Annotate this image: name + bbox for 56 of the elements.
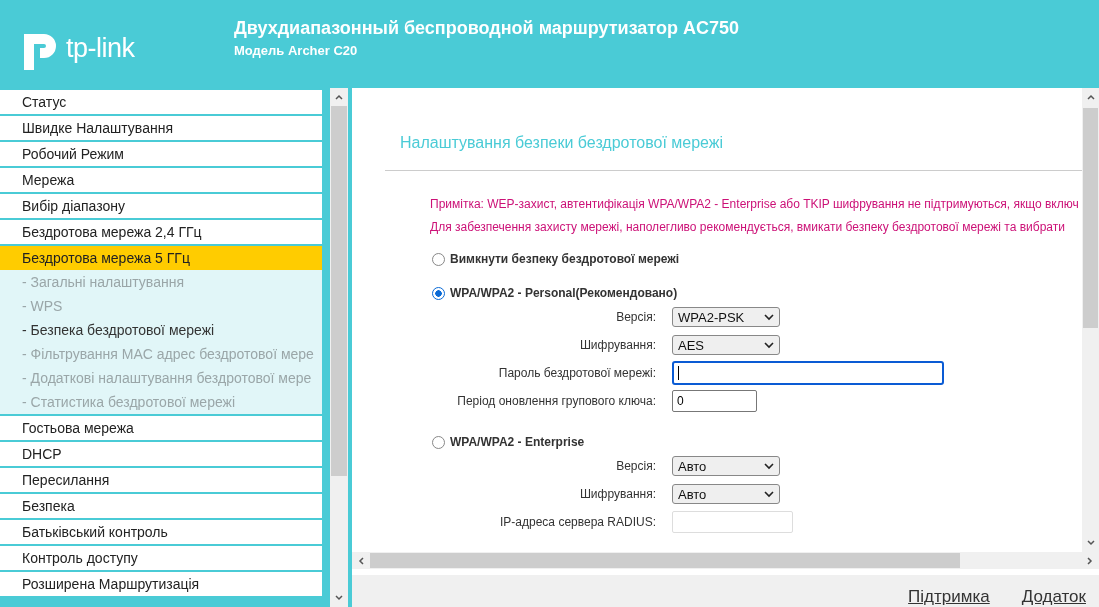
scrollbar[interactable]	[1082, 88, 1099, 552]
radio-button[interactable]	[432, 435, 445, 449]
logo-text: tp-link	[66, 32, 135, 64]
chevron-icon	[764, 490, 774, 498]
field-label: Версія:	[615, 310, 657, 324]
field-label: Пароль бездротової мережі:	[497, 366, 657, 380]
sidebar-item[interactable]: Розширена Маршрутизація	[0, 572, 322, 596]
field-label: IP-адреса сервера RADIUS:	[499, 515, 657, 529]
chevron-icon	[764, 341, 774, 349]
sidebar-item[interactable]: DHCP	[0, 442, 322, 466]
field-label: Шифрування:	[578, 338, 657, 352]
sidebar-item[interactable]: Бездротова мережа 2,4 ГГц	[0, 220, 322, 244]
footer-link[interactable]: Додаток	[1021, 587, 1086, 607]
scroll-left-icon[interactable]	[356, 555, 366, 566]
sidebar-item[interactable]: Пересилання	[0, 468, 322, 492]
sidebar-item[interactable]: Швидке Налаштування	[0, 116, 322, 140]
scroll-right-icon[interactable]	[1085, 555, 1095, 566]
sidebar-item[interactable]: Гостьова мережа	[0, 416, 322, 440]
chevron-icon	[764, 313, 774, 321]
footer-link[interactable]: Підтримка	[908, 587, 990, 607]
option-label: Вимкнути безпеку бездротової мережі	[450, 252, 680, 266]
dropdown[interactable]: Авто	[672, 484, 780, 504]
dropdown[interactable]: Авто	[672, 456, 780, 476]
sidebar-item[interactable]: Статус	[0, 90, 322, 114]
input-field[interactable]	[672, 511, 793, 533]
password-field[interactable]	[672, 361, 944, 385]
radio-button[interactable]	[432, 252, 445, 266]
scrollbar[interactable]	[352, 552, 1099, 569]
sidebar-item[interactable]: Батьківський контроль	[0, 520, 322, 544]
note-text: Для забезпечення захисту мережі, наполегливо рекомендується, вмикати безпеку бездротової мережі та вибрати	[430, 219, 1066, 236]
note-text: Примітка: WEP-захист, автентифікація WPA/WPA2 - Enterprise або TKIP шифрування не підтримуються, якщо включ	[430, 196, 1080, 213]
model-name: Модель Archer C20	[234, 43, 359, 58]
field-label: Версія:	[615, 459, 657, 473]
scroll-down-icon[interactable]	[334, 593, 344, 603]
sidebar-item[interactable]: Мережа	[0, 168, 322, 192]
scroll-up-icon[interactable]	[334, 92, 344, 102]
option-label: WPA/WPA2 - Personal(Рекомендовано)	[450, 286, 678, 300]
product-title: Двухдиапазонный беспроводной маршрутизатор AC750	[234, 18, 739, 39]
radio-button[interactable]	[432, 286, 445, 300]
input-field[interactable]: 0	[672, 390, 757, 412]
sidebar-item[interactable]: Безпека	[0, 494, 322, 518]
chevron-icon	[764, 462, 774, 470]
scroll-up-icon[interactable]	[1085, 92, 1096, 102]
sidebar-item[interactable]: Вибір діапазону	[0, 194, 322, 218]
option-label: WPA/WPA2 - Enterprise	[450, 435, 585, 449]
sidebar-item[interactable]: Бездротова мережа 5 ГГц	[0, 246, 322, 270]
scrollbar[interactable]	[330, 88, 348, 607]
page-title: Налаштування безпеки бездротової мережі	[400, 134, 725, 152]
sidebar-item[interactable]: Робочий Режим	[0, 142, 322, 166]
dropdown[interactable]: WPA2-PSK	[672, 307, 780, 327]
scroll-down-icon[interactable]	[1085, 538, 1096, 548]
sidebar-subitem[interactable]: - Безпека бездротової мережі	[0, 318, 322, 342]
field-label: Шифрування:	[578, 487, 657, 501]
dropdown[interactable]: AES	[672, 335, 780, 355]
sidebar-item[interactable]: Контроль доступу	[0, 546, 322, 570]
field-label: Період оновлення групового ключа:	[456, 394, 657, 408]
